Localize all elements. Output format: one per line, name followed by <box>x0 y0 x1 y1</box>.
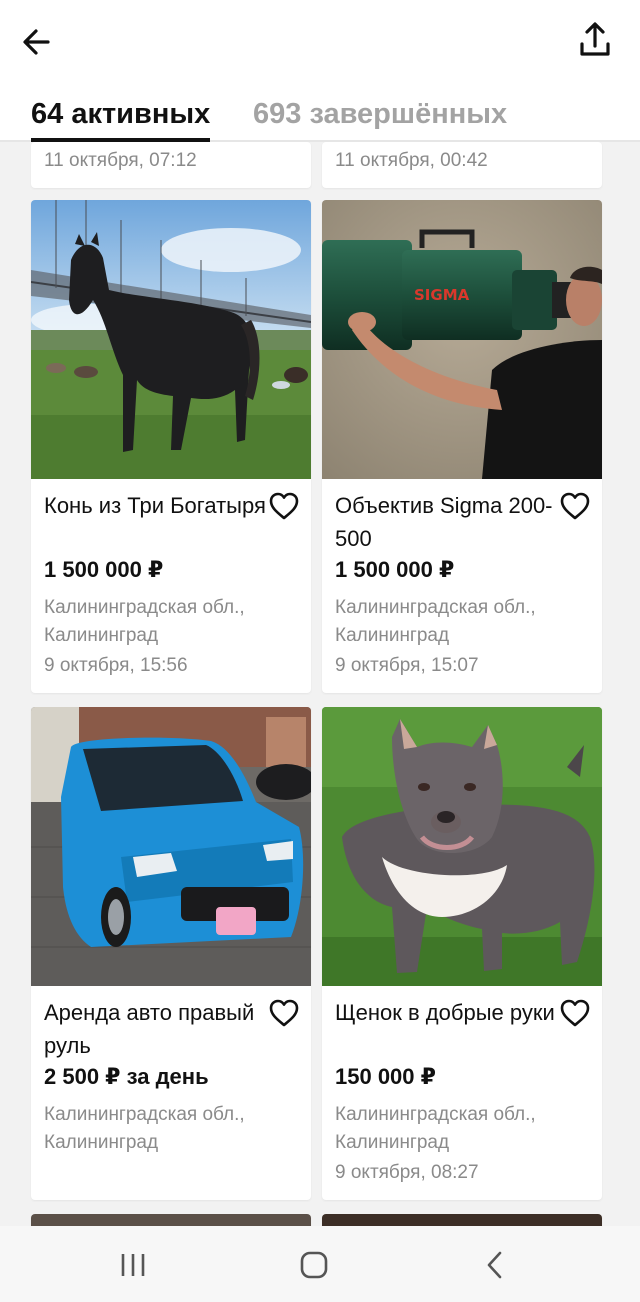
dog-photo[interactable] <box>322 707 602 986</box>
tabs-bar: 64 активных 693 завершённых <box>0 94 640 142</box>
listing-date: 11 октября, 00:42 <box>335 150 488 171</box>
favorite-button[interactable] <box>268 998 300 1028</box>
listing-location: Калининградская обл., Калининград <box>44 597 245 646</box>
share-button[interactable] <box>574 20 616 62</box>
nav-back-button[interactable] <box>470 1240 520 1290</box>
listing-price: 2 500 ₽ за день <box>44 1064 209 1089</box>
listing-date: 9 октября, 15:56 <box>44 655 188 676</box>
listing-title: Объектив Sigma 200-500 <box>335 493 553 551</box>
favorite-button[interactable] <box>559 998 591 1028</box>
home-button[interactable] <box>289 1240 339 1290</box>
listing-card-partial[interactable] <box>31 1214 311 1226</box>
listing-title: Конь из Три Богатыря <box>44 493 266 518</box>
lens-brand-text: SIGMA <box>414 286 470 304</box>
recent-apps-icon <box>121 1254 145 1276</box>
share-upload-icon <box>580 22 610 56</box>
car-photo[interactable] <box>31 707 311 986</box>
heart-icon <box>269 492 299 520</box>
listing-card[interactable]: SIGMA Объектив Sigma 200-500 1 500 000 ₽… <box>322 200 602 693</box>
tab-active-listings[interactable]: 64 активных <box>31 94 211 142</box>
listing-photo-partial <box>322 1214 602 1226</box>
lens-photo[interactable]: SIGMA <box>322 200 602 479</box>
listing-card[interactable]: Конь из Три Богатыря 1 500 000 ₽ Калинин… <box>31 200 311 693</box>
home-icon <box>300 1251 328 1279</box>
listing-location: Калининградская обл., Калининград <box>335 1104 536 1153</box>
listing-location: Калининградская обл., Калининград <box>44 1104 245 1153</box>
listings-feed[interactable]: 11 октября, 07:12 11 октября, 00:42 Конь… <box>0 142 640 1226</box>
arrow-left-icon <box>23 29 50 55</box>
tab-completed-listings[interactable]: 693 завершённых <box>253 94 507 140</box>
listing-card[interactable]: Аренда авто правый руль 2 500 ₽ за день … <box>31 707 311 1200</box>
back-button[interactable] <box>18 22 58 62</box>
recent-apps-button[interactable] <box>108 1240 158 1290</box>
listing-card-partial[interactable]: 11 октября, 07:12 <box>31 142 311 188</box>
listing-location: Калининградская обл., Калининград <box>335 597 536 646</box>
favorite-button[interactable] <box>559 491 591 521</box>
heart-icon <box>560 492 590 520</box>
nav-back-icon <box>487 1251 502 1279</box>
favorite-button[interactable] <box>268 491 300 521</box>
listing-date: 9 октября, 08:27 <box>335 1162 479 1183</box>
listing-card[interactable]: Щенок в добрые руки 150 000 ₽ Калинингра… <box>322 707 602 1200</box>
heart-icon <box>269 999 299 1027</box>
listing-card-partial[interactable]: 11 октября, 00:42 <box>322 142 602 188</box>
listing-title: Щенок в добрые руки <box>335 1000 555 1025</box>
horse-photo[interactable] <box>31 200 311 479</box>
listing-date: 9 октября, 15:07 <box>335 655 479 676</box>
listing-card-partial[interactable] <box>322 1214 602 1226</box>
listing-price: 150 000 ₽ <box>335 1064 436 1089</box>
listing-title: Аренда авто правый руль <box>44 1000 255 1058</box>
heart-icon <box>560 999 590 1027</box>
listing-price: 1 500 000 ₽ <box>335 557 455 582</box>
listing-photo-partial <box>31 1214 311 1226</box>
system-nav-bar <box>0 1226 640 1302</box>
listing-price: 1 500 000 ₽ <box>44 557 164 582</box>
top-bar: 64 активных 693 завершённых <box>0 0 640 142</box>
listing-date: 11 октября, 07:12 <box>44 150 197 171</box>
